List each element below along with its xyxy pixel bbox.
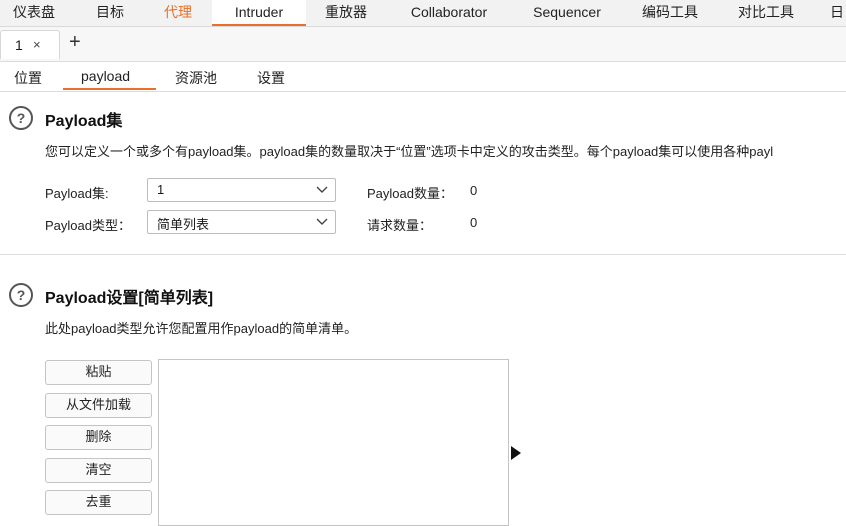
close-icon[interactable]: ×	[33, 37, 41, 52]
tab-resource-pool[interactable]: 资源池	[175, 68, 217, 88]
payload-settings-description: 此处payload类型允许您配置用作payload的简单清单。	[45, 321, 358, 336]
payload-type-value: 简单列表	[157, 217, 210, 232]
menu-dashboard[interactable]: 仪表盘	[0, 0, 68, 26]
menu-collaborator[interactable]: Collaborator	[395, 0, 503, 26]
payload-settings-title: Payload设置[简单列表]	[45, 290, 214, 307]
clear-button[interactable]: 清空	[45, 458, 152, 483]
menu-comparer[interactable]: 对比工具	[727, 0, 805, 26]
help-icon[interactable]: ?	[9, 106, 33, 130]
deduplicate-button[interactable]: 去重	[45, 490, 152, 515]
payload-list[interactable]	[158, 359, 509, 526]
expand-arrow-icon[interactable]	[511, 446, 521, 460]
menu-target[interactable]: 目标	[80, 0, 140, 26]
payload-count-value: 0	[470, 183, 478, 198]
tab-settings[interactable]: 设置	[257, 68, 285, 88]
payload-sets-description: 您可以定义一个或多个有payload集。payload集的数量取决于“位置”选项…	[45, 144, 774, 159]
request-count-label: 请求数量：	[367, 218, 433, 233]
top-menu-bar: 仪表盘 目标 代理 Intruder 重放器 Collaborator Sequ…	[0, 0, 846, 27]
request-tab-bar: 1 × +	[0, 27, 846, 62]
payload-type-select[interactable]: 简单列表	[147, 210, 336, 234]
chevron-down-icon	[316, 186, 328, 193]
load-from-file-button[interactable]: 从文件加载	[45, 393, 152, 418]
payload-type-label: Payload类型：	[45, 218, 131, 233]
menu-intruder[interactable]: Intruder	[212, 0, 306, 26]
request-tab-1[interactable]: 1 ×	[0, 30, 60, 59]
section-divider	[0, 254, 846, 255]
payload-set-label: Payload集:	[45, 186, 109, 201]
menu-proxy[interactable]: 代理	[150, 0, 206, 26]
request-tab-label: 1	[15, 37, 23, 53]
menu-logger-partial[interactable]: 日	[830, 0, 846, 26]
tab-payloads[interactable]: payload	[81, 68, 130, 84]
remove-button[interactable]: 删除	[45, 425, 152, 450]
request-count-value: 0	[470, 215, 478, 230]
chevron-down-icon	[316, 218, 328, 225]
payload-sets-title: Payload集	[45, 113, 123, 130]
menu-repeater[interactable]: 重放器	[314, 0, 378, 26]
menu-decoder[interactable]: 编码工具	[632, 0, 708, 26]
help-icon[interactable]: ?	[9, 283, 33, 307]
payload-set-select[interactable]: 1	[147, 178, 336, 202]
paste-button[interactable]: 粘贴	[45, 360, 152, 385]
active-tab-underline	[63, 88, 156, 90]
payload-set-value: 1	[157, 182, 165, 197]
add-tab-icon[interactable]: +	[69, 32, 81, 52]
tab-positions[interactable]: 位置	[14, 68, 42, 88]
payload-count-label: Payload数量：	[367, 186, 453, 201]
menu-sequencer[interactable]: Sequencer	[520, 0, 614, 26]
